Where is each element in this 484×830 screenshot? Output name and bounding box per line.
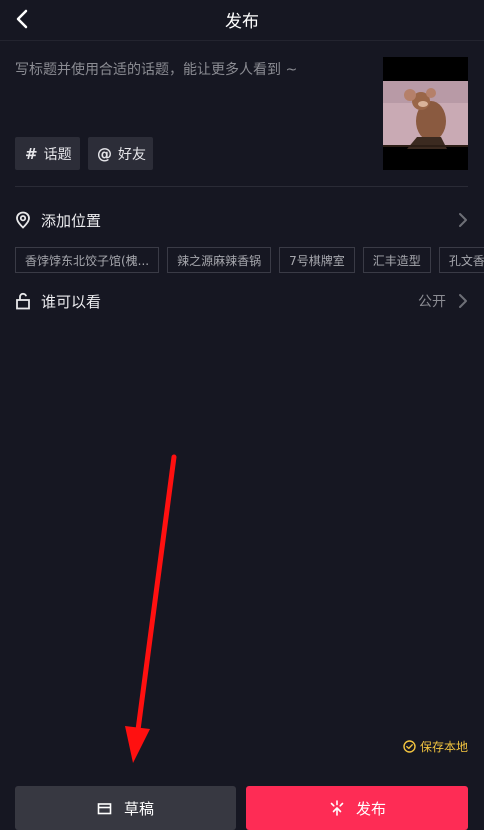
caption-input[interactable]: 写标题并使用合适的话题，能让更多人看到 ~ xyxy=(15,59,297,79)
save-local-toggle[interactable]: 保存本地 xyxy=(403,738,468,755)
draft-button[interactable]: 草稿 xyxy=(15,786,236,830)
top-bar: 发布 xyxy=(0,0,484,41)
draft-box-icon xyxy=(97,803,112,815)
add-location-row[interactable]: 添加位置 xyxy=(15,207,468,233)
location-chip[interactable]: 孔文香 xyxy=(438,247,484,273)
topic-button-label: 话题 xyxy=(43,146,72,163)
unlock-icon xyxy=(16,292,30,310)
location-pin-icon xyxy=(16,211,30,229)
location-chip[interactable]: 汇丰造型 xyxy=(362,247,431,273)
hashtag-icon: # xyxy=(25,144,38,163)
publish-button-label: 发布 xyxy=(355,799,386,818)
at-sign-icon: @ xyxy=(97,144,112,163)
draft-button-label: 草稿 xyxy=(123,799,154,818)
privacy-label: 谁可以看 xyxy=(41,292,102,311)
publish-button[interactable]: 发布 xyxy=(246,786,468,830)
divider xyxy=(15,186,468,187)
location-chip[interactable]: 辣之源麻辣香锅 xyxy=(167,247,272,273)
video-cover-thumbnail[interactable] xyxy=(383,57,468,170)
mention-friends-button[interactable]: @ 好友 xyxy=(88,137,153,170)
friends-button-label: 好友 xyxy=(118,146,146,163)
add-location-label: 添加位置 xyxy=(41,211,102,230)
publish-sparkle-icon xyxy=(330,800,344,816)
chevron-right-icon xyxy=(459,213,467,227)
save-local-label: 保存本地 xyxy=(419,740,468,754)
check-circle-icon xyxy=(403,740,416,753)
topic-button[interactable]: # 话题 xyxy=(15,137,80,170)
privacy-row[interactable]: 谁可以看 公开 xyxy=(15,288,468,314)
location-chip[interactable]: 7号棋牌室 xyxy=(279,247,355,273)
chevron-right-icon xyxy=(459,294,467,308)
privacy-value: 公开 xyxy=(418,294,446,310)
page-title: 发布 xyxy=(225,12,259,32)
location-suggestions: 香饽饽东北饺子馆(槐... 辣之源麻辣香锅 7号棋牌室 汇丰造型 孔文香 xyxy=(15,247,484,275)
location-chip[interactable]: 香饽饽东北饺子馆(槐... xyxy=(15,247,160,273)
